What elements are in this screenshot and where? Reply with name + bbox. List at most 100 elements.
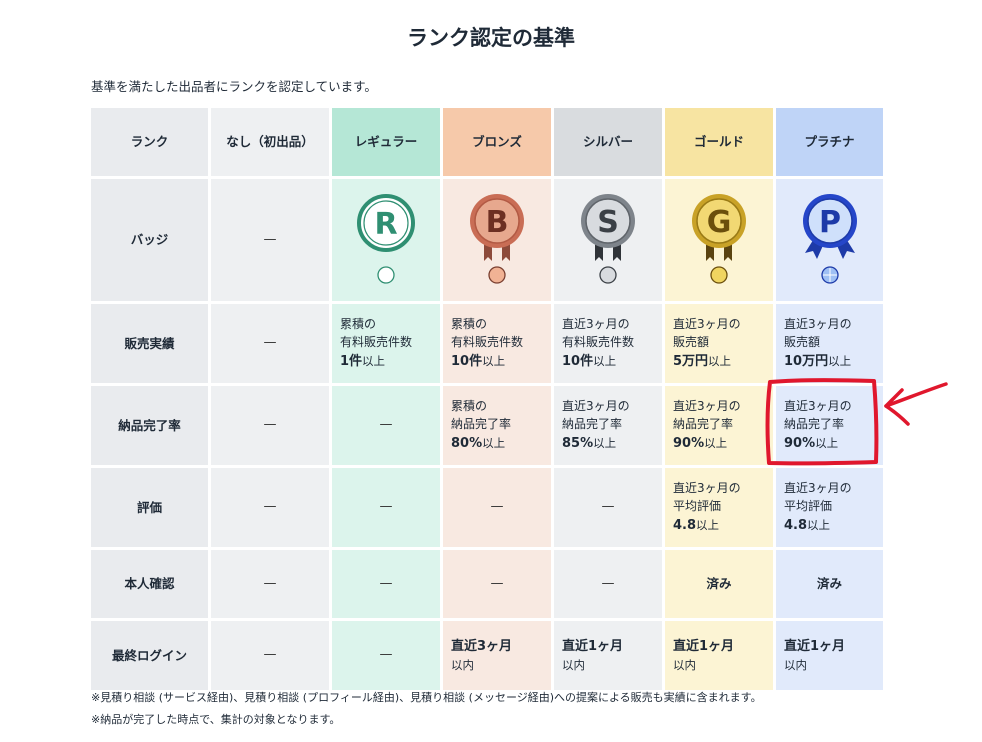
identity-bronze: —	[443, 550, 551, 618]
rating-silver: —	[554, 468, 662, 547]
login-value: 直近3ヶ月	[451, 638, 513, 654]
sales-bronze: 累積の 有料販売件数 10件以上	[443, 304, 551, 383]
login-suffix: 以内	[673, 657, 696, 672]
platinum-badge-icon: P	[802, 194, 857, 259]
rating-line2: 平均評価	[673, 499, 722, 514]
login-gold: 直近1ヶ月 以内	[665, 621, 773, 690]
dash-text: —	[379, 417, 393, 433]
delivery-suffix: 以上	[482, 436, 506, 451]
delivery-line2: 納品完了率	[451, 417, 512, 432]
rating-platinum: 直近3ヶ月の 平均評価 4.8以上	[776, 468, 883, 547]
platinum-dot-icon	[820, 266, 839, 284]
login-bronze: 直近3ヶ月 以内	[443, 621, 551, 690]
footnote-1: ※見積り相談 (サービス経由)、見積り相談 (プロフィール経由)、見積り相談 (…	[91, 691, 762, 704]
sales-value: 10件	[562, 354, 594, 370]
header-gold: ゴールド	[665, 108, 773, 176]
bronze-dot-icon	[488, 266, 506, 284]
sales-value: 10万円	[784, 354, 829, 370]
identity-none: —	[211, 550, 329, 618]
login-suffix: 以内	[562, 657, 585, 672]
sales-line1: 直近3ヶ月の	[784, 316, 852, 331]
delivery-suffix: 以上	[704, 436, 728, 451]
regular-dot-icon	[377, 266, 395, 284]
rating-none: —	[211, 468, 329, 547]
delivery-line2: 納品完了率	[562, 417, 623, 432]
badge-cell-gold: G	[665, 179, 773, 301]
login-value: 直近1ヶ月	[784, 638, 846, 654]
rating-gold: 直近3ヶ月の 平均評価 4.8以上	[665, 468, 773, 547]
sales-none: —	[211, 304, 329, 383]
rank-criteria-table: ランク なし（初出品） レギュラー ブロンズ シルバー ゴールド プラチナ バッ…	[91, 108, 883, 690]
sales-line2: 販売額	[784, 335, 821, 350]
sales-silver: 直近3ヶ月の 有料販売件数 10件以上	[554, 304, 662, 383]
dash-text: —	[379, 575, 393, 591]
sales-line1: 直近3ヶ月の	[562, 316, 630, 331]
intro-text: 基準を満たした出品者にランクを認定しています。	[91, 79, 377, 94]
sales-suffix: 以上	[708, 354, 732, 369]
badge-cell-regular: R	[332, 179, 440, 301]
gold-dot-icon	[710, 266, 728, 284]
delivery-value: 90%	[673, 436, 705, 452]
sales-line2: 販売額	[673, 335, 710, 350]
sales-regular: 累積の 有料販売件数 1件以上	[332, 304, 440, 383]
delivery-value: 85%	[562, 436, 594, 452]
dash-text: —	[601, 499, 615, 515]
badge-letter: S	[597, 205, 619, 240]
sales-suffix: 以上	[482, 354, 506, 369]
identity-value: 済み	[706, 576, 732, 592]
sales-line2: 有料販売件数	[451, 335, 524, 350]
sales-value: 1件	[340, 354, 363, 370]
badge-none: —	[211, 179, 329, 301]
rating-bronze: —	[443, 468, 551, 547]
highlight-box	[765, 378, 879, 466]
login-platinum: 直近1ヶ月 以内	[776, 621, 883, 690]
delivery-silver: 直近3ヶ月の 納品完了率 85%以上	[554, 386, 662, 465]
identity-platinum: 済み	[776, 550, 883, 618]
badge-letter: R	[374, 207, 397, 242]
row-label-sales: 販売実績	[91, 304, 208, 383]
dash-text: —	[601, 575, 615, 591]
sales-suffix: 以上	[828, 354, 852, 369]
badge-cell-platinum: P	[776, 179, 883, 301]
row-label-login: 最終ログイン	[91, 621, 208, 690]
badge-letter: B	[486, 205, 509, 240]
delivery-line2: 納品完了率	[673, 417, 734, 432]
sales-line2: 有料販売件数	[562, 335, 635, 350]
dash-text: —	[379, 499, 393, 515]
sales-line1: 直近3ヶ月の	[673, 316, 741, 331]
identity-regular: —	[332, 550, 440, 618]
badge-letter: P	[819, 205, 841, 240]
delivery-gold: 直近3ヶ月の 納品完了率 90%以上	[665, 386, 773, 465]
login-suffix: 以内	[784, 657, 807, 672]
regular-badge-icon: R	[357, 194, 415, 252]
identity-gold: 済み	[665, 550, 773, 618]
dash-text: —	[263, 499, 277, 515]
delivery-suffix: 以上	[593, 436, 617, 451]
header-regular: レギュラー	[332, 108, 440, 176]
sales-line2: 有料販売件数	[340, 335, 413, 350]
delivery-line1: 直近3ヶ月の	[562, 398, 630, 413]
header-bronze: ブロンズ	[443, 108, 551, 176]
header-silver: シルバー	[554, 108, 662, 176]
rating-value: 4.8	[673, 518, 697, 534]
delivery-line1: 直近3ヶ月の	[673, 398, 741, 413]
sales-suffix: 以上	[593, 354, 617, 369]
row-label-delivery: 納品完了率	[91, 386, 208, 465]
dash-text: —	[263, 335, 277, 351]
login-silver: 直近1ヶ月 以内	[554, 621, 662, 690]
dash-text: —	[263, 231, 277, 247]
gold-badge-icon: G	[692, 194, 746, 261]
sales-line1: 累積の	[451, 316, 488, 331]
delivery-line1: 累積の	[451, 398, 488, 413]
header-platinum: プラチナ	[776, 108, 883, 176]
silver-dot-icon	[599, 266, 617, 284]
rating-line1: 直近3ヶ月の	[784, 480, 852, 495]
rating-suffix: 以上	[696, 518, 720, 533]
sales-platinum: 直近3ヶ月の 販売額 10万円以上	[776, 304, 883, 383]
silver-badge-icon: S	[581, 194, 635, 261]
delivery-regular: —	[332, 386, 440, 465]
login-suffix: 以内	[451, 657, 474, 672]
rating-suffix: 以上	[807, 518, 831, 533]
sales-value: 10件	[451, 354, 483, 370]
row-label-rating: 評価	[91, 468, 208, 547]
